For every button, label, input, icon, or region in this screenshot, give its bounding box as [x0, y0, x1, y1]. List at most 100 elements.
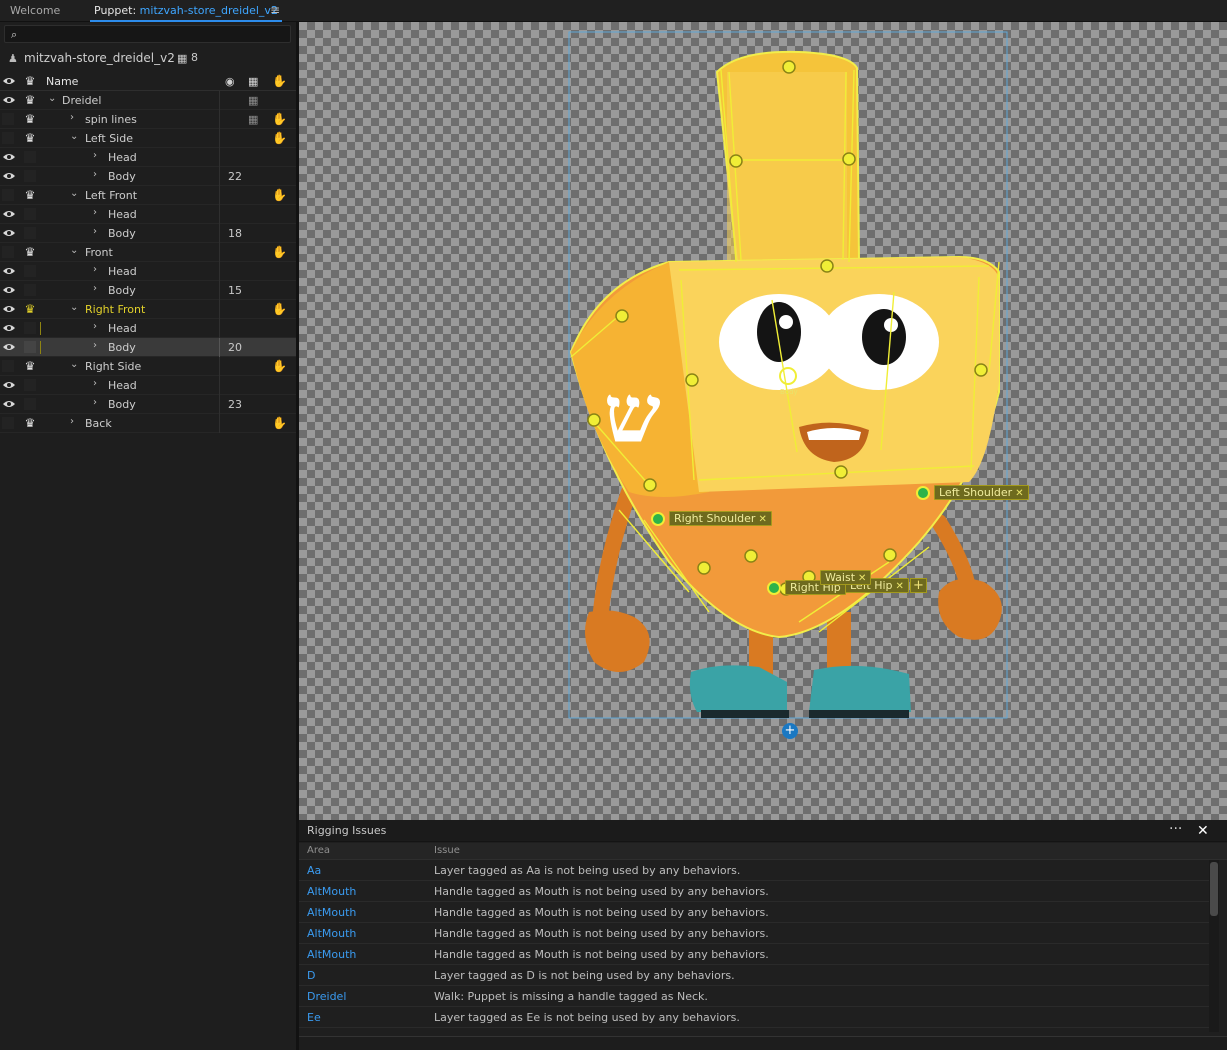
tab-welcome[interactable]: Welcome: [10, 0, 60, 22]
chevron-down-icon[interactable]: ⌄: [70, 302, 78, 313]
hand-icon[interactable]: ✋: [272, 74, 287, 88]
close-icon[interactable]: ✕: [1197, 823, 1209, 839]
layer-row-dreidel[interactable]: ♛ ⌄ Dreidel ▦: [0, 91, 296, 110]
eye-icon[interactable]: [2, 304, 16, 314]
search-input[interactable]: ⌕: [4, 25, 291, 43]
chevron-right-icon[interactable]: ›: [93, 397, 97, 408]
remove-tag-icon[interactable]: ✕: [858, 573, 866, 584]
tab-puppet[interactable]: Puppet: mitzvah-store_dreidel_v2: [94, 0, 278, 22]
crown-toggle-off[interactable]: [24, 227, 36, 239]
issue-area-link[interactable]: AltMouth: [307, 948, 356, 961]
chevron-right-icon[interactable]: ›: [70, 416, 74, 427]
target-icon[interactable]: ◉: [225, 75, 235, 88]
chevron-right-icon[interactable]: ›: [93, 150, 97, 161]
crown-toggle-off[interactable]: [24, 284, 36, 296]
issue-area-link[interactable]: AltMouth: [307, 906, 356, 919]
crown-icon[interactable]: ♛: [23, 245, 37, 259]
chevron-right-icon[interactable]: ›: [93, 321, 97, 332]
crown-icon[interactable]: ♛: [23, 74, 37, 88]
eye-toggle-off[interactable]: [2, 246, 14, 258]
crown-toggle-off[interactable]: [24, 265, 36, 277]
chevron-down-icon[interactable]: ⌄: [48, 93, 56, 104]
crown-icon[interactable]: ♛: [23, 416, 37, 430]
issue-area-link[interactable]: AltMouth: [307, 927, 356, 940]
layer-row-body[interactable]: › Body 22: [0, 167, 296, 186]
more-options-icon[interactable]: ···: [1169, 821, 1182, 837]
layer-row-back[interactable]: ♛ › Back ✋: [0, 414, 296, 433]
chevron-right-icon[interactable]: ›: [93, 169, 97, 180]
crown-icon[interactable]: ♛: [23, 188, 37, 202]
eye-icon[interactable]: [2, 152, 16, 162]
issue-area-link[interactable]: Aa: [307, 864, 321, 877]
remove-tag-icon[interactable]: ✕: [896, 581, 904, 592]
eye-icon[interactable]: [2, 95, 16, 105]
chevron-down-icon[interactable]: ⌄: [70, 188, 78, 199]
layer-row-spin-lines[interactable]: ♛ › spin lines ▦ ✋: [0, 110, 296, 129]
issue-row[interactable]: D Layer tagged as D is not being used by…: [299, 965, 1209, 986]
crown-toggle-off[interactable]: [24, 170, 36, 182]
crown-toggle-off[interactable]: [24, 398, 36, 410]
column-issue[interactable]: Issue: [434, 845, 460, 856]
crown-toggle-off[interactable]: [24, 341, 36, 353]
issue-row[interactable]: Aa Layer tagged as Aa is not being used …: [299, 860, 1209, 881]
add-tag-button[interactable]: +: [910, 578, 927, 593]
tag-waist[interactable]: Waist ✕: [820, 570, 872, 585]
issue-row[interactable]: Ee Layer tagged as Ee is not being used …: [299, 1007, 1209, 1028]
layer-row-body-selected[interactable]: › Body 20: [0, 338, 296, 357]
scrollbar-thumb[interactable]: [1210, 862, 1218, 916]
column-area[interactable]: Area: [307, 845, 330, 856]
hamburger-icon[interactable]: ≡: [270, 4, 280, 16]
eye-toggle-off[interactable]: [2, 113, 14, 125]
crown-icon[interactable]: ♛: [23, 93, 37, 107]
eye-toggle-off[interactable]: [2, 132, 14, 144]
issue-area-link[interactable]: Dreidel: [307, 990, 346, 1003]
chevron-down-icon[interactable]: ⌄: [70, 359, 78, 370]
eye-icon[interactable]: [2, 380, 16, 390]
issue-area-link[interactable]: D: [307, 969, 315, 982]
issue-area-link[interactable]: Ee: [307, 1011, 321, 1024]
chevron-down-icon[interactable]: ⌄: [70, 245, 78, 256]
chevron-right-icon[interactable]: ›: [93, 378, 97, 389]
crown-toggle-off[interactable]: [24, 322, 36, 334]
add-handle-button[interactable]: +: [782, 723, 798, 739]
eye-icon[interactable]: [2, 342, 16, 352]
chevron-right-icon[interactable]: ›: [93, 340, 97, 351]
tag-left-shoulder[interactable]: Left Shoulder ✕: [934, 485, 1029, 500]
layer-row-front[interactable]: ♛ ⌄ Front ✋: [0, 243, 296, 262]
layer-row-left-side[interactable]: ♛ ⌄ Left Side ✋: [0, 129, 296, 148]
scrollbar[interactable]: [1209, 860, 1219, 1032]
eye-toggle-off[interactable]: [2, 360, 14, 372]
issue-area-link[interactable]: AltMouth: [307, 885, 356, 898]
crown-toggle-off[interactable]: [24, 379, 36, 391]
eye-icon[interactable]: [2, 76, 16, 86]
eye-toggle-off[interactable]: [2, 189, 14, 201]
chevron-right-icon[interactable]: ›: [93, 207, 97, 218]
crown-toggle-off[interactable]: [24, 208, 36, 220]
issue-row[interactable]: AltMouth Handle tagged as Mouth is not b…: [299, 923, 1209, 944]
remove-tag-icon[interactable]: ✕: [758, 514, 766, 525]
layer-row-right-side[interactable]: ♛ ⌄ Right Side ✋: [0, 357, 296, 376]
eye-icon[interactable]: [2, 266, 16, 276]
tag-right-shoulder[interactable]: Right Shoulder ✕: [669, 511, 772, 526]
chevron-right-icon[interactable]: ›: [70, 112, 74, 123]
crown-icon[interactable]: ♛: [23, 112, 37, 126]
layer-row-head[interactable]: › Head: [0, 262, 296, 281]
crown-toggle-off[interactable]: [24, 151, 36, 163]
layer-row-body[interactable]: › Body 15: [0, 281, 296, 300]
layer-row-body[interactable]: › Body 23: [0, 395, 296, 414]
crown-icon[interactable]: ♛: [23, 359, 37, 373]
crown-icon[interactable]: ♛: [23, 302, 37, 316]
behavior-icon[interactable]: ▦: [248, 75, 258, 88]
crown-icon[interactable]: ♛: [23, 131, 37, 145]
layer-row-head[interactable]: › Head: [0, 205, 296, 224]
layer-row-right-front[interactable]: ♛ ⌄ Right Front ✋: [0, 300, 296, 319]
issue-row[interactable]: AltMouth Handle tagged as Mouth is not b…: [299, 944, 1209, 965]
layer-row-head[interactable]: › Head: [0, 148, 296, 167]
layer-row-left-front[interactable]: ♛ ⌄ Left Front ✋: [0, 186, 296, 205]
eye-icon[interactable]: [2, 171, 16, 181]
issue-row[interactable]: AltMouth Handle tagged as Mouth is not b…: [299, 881, 1209, 902]
chevron-down-icon[interactable]: ⌄: [70, 131, 78, 142]
eye-toggle-off[interactable]: [2, 417, 14, 429]
issue-row[interactable]: AltMouth Handle tagged as Mouth is not b…: [299, 902, 1209, 923]
layer-row-head[interactable]: › Head: [0, 319, 296, 338]
